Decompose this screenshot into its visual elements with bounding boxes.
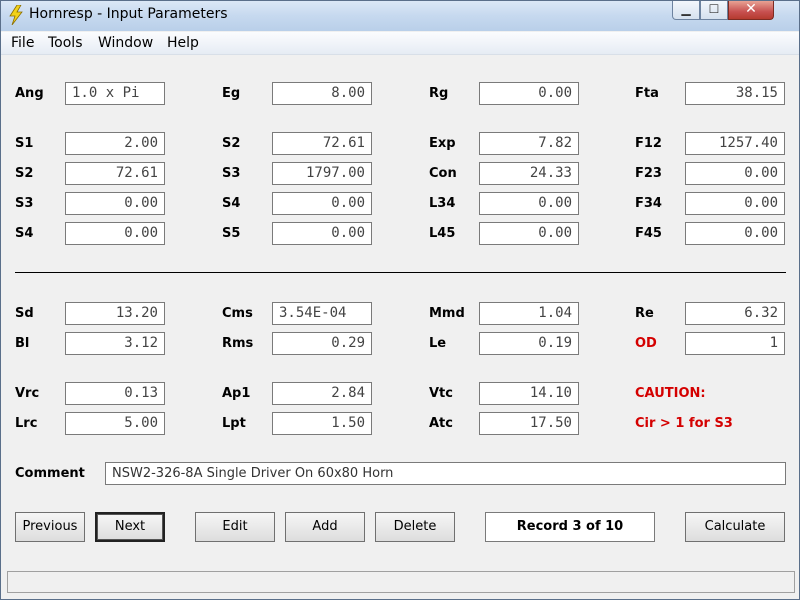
field-ap1[interactable]: 2.84 bbox=[272, 382, 372, 405]
label-s2: S2 bbox=[15, 166, 34, 181]
caution-message: Cir > 1 for S3 bbox=[635, 416, 733, 431]
label-rg: Rg bbox=[429, 86, 449, 101]
label-s5: S5 bbox=[222, 226, 241, 241]
field-s5[interactable]: 0.00 bbox=[272, 222, 372, 245]
label-bl: Bl bbox=[15, 336, 30, 351]
field-fta[interactable]: 38.15 bbox=[685, 82, 785, 105]
close-icon: ✕ bbox=[745, 1, 757, 17]
maximize-button[interactable]: ☐ bbox=[700, 1, 728, 20]
window-title: Hornresp - Input Parameters bbox=[29, 6, 228, 22]
field-eg[interactable]: 8.00 bbox=[272, 82, 372, 105]
label-mmd: Mmd bbox=[429, 306, 465, 321]
menu-bar: File Tools Window Help bbox=[1, 32, 799, 55]
field-s1[interactable]: 2.00 bbox=[65, 132, 165, 155]
field-mmd[interactable]: 1.04 bbox=[479, 302, 579, 325]
delete-button[interactable]: Delete bbox=[375, 512, 455, 542]
label-lpt: Lpt bbox=[222, 416, 246, 431]
menu-help[interactable]: Help bbox=[167, 35, 199, 51]
close-button[interactable]: ✕ bbox=[728, 1, 774, 20]
maximize-icon: ☐ bbox=[708, 2, 720, 16]
field-le[interactable]: 0.19 bbox=[479, 332, 579, 355]
label-s4: S4 bbox=[15, 226, 34, 241]
field-re[interactable]: 6.32 bbox=[685, 302, 785, 325]
label-comment: Comment bbox=[15, 466, 85, 481]
field-ang[interactable]: 1.0 x Pi bbox=[65, 82, 165, 105]
label-con: Con bbox=[429, 166, 457, 181]
field-f23[interactable]: 0.00 bbox=[685, 162, 785, 185]
label-s3-col2: S3 bbox=[222, 166, 241, 181]
add-button[interactable]: Add bbox=[285, 512, 365, 542]
label-l45: L45 bbox=[429, 226, 456, 241]
menu-file[interactable]: File bbox=[11, 35, 34, 51]
label-vrc: Vrc bbox=[15, 386, 40, 401]
field-l45[interactable]: 0.00 bbox=[479, 222, 579, 245]
field-rms[interactable]: 0.29 bbox=[272, 332, 372, 355]
label-sd: Sd bbox=[15, 306, 34, 321]
label-re: Re bbox=[635, 306, 654, 321]
label-ang: Ang bbox=[15, 86, 44, 101]
field-cms[interactable]: 3.54E-04 bbox=[272, 302, 372, 325]
field-rg[interactable]: 0.00 bbox=[479, 82, 579, 105]
section-divider bbox=[15, 272, 786, 273]
previous-button[interactable]: Previous bbox=[15, 512, 85, 542]
field-s2-col2[interactable]: 72.61 bbox=[272, 132, 372, 155]
next-button[interactable]: Next bbox=[95, 512, 165, 542]
menu-window[interactable]: Window bbox=[98, 35, 153, 51]
field-s3[interactable]: 0.00 bbox=[65, 192, 165, 215]
label-fta: Fta bbox=[635, 86, 659, 101]
label-f12: F12 bbox=[635, 136, 662, 151]
field-bl[interactable]: 3.12 bbox=[65, 332, 165, 355]
edit-button[interactable]: Edit bbox=[195, 512, 275, 542]
title-bar: Hornresp - Input Parameters ▁ ☐ ✕ bbox=[1, 1, 799, 31]
field-lrc[interactable]: 5.00 bbox=[65, 412, 165, 435]
comment-field[interactable]: NSW2-326-8A Single Driver On 60x80 Horn bbox=[105, 462, 786, 485]
minimize-icon: ▁ bbox=[681, 2, 691, 16]
label-atc: Atc bbox=[429, 416, 453, 431]
field-con[interactable]: 24.33 bbox=[479, 162, 579, 185]
menu-tools[interactable]: Tools bbox=[48, 35, 83, 51]
label-od: OD bbox=[635, 336, 657, 351]
field-exp[interactable]: 7.82 bbox=[479, 132, 579, 155]
label-s1: S1 bbox=[15, 136, 34, 151]
caution-title: CAUTION: bbox=[635, 386, 706, 401]
field-s2[interactable]: 72.61 bbox=[65, 162, 165, 185]
label-cms: Cms bbox=[222, 306, 253, 321]
field-vrc[interactable]: 0.13 bbox=[65, 382, 165, 405]
field-f34[interactable]: 0.00 bbox=[685, 192, 785, 215]
record-indicator: Record 3 of 10 bbox=[485, 512, 655, 542]
label-s4-col2: S4 bbox=[222, 196, 241, 211]
calculate-button[interactable]: Calculate bbox=[685, 512, 785, 542]
label-rms: Rms bbox=[222, 336, 254, 351]
field-f45[interactable]: 0.00 bbox=[685, 222, 785, 245]
label-eg: Eg bbox=[222, 86, 241, 101]
status-bar bbox=[7, 571, 795, 593]
label-f34: F34 bbox=[635, 196, 662, 211]
label-ap1: Ap1 bbox=[222, 386, 251, 401]
field-vtc[interactable]: 14.10 bbox=[479, 382, 579, 405]
minimize-button[interactable]: ▁ bbox=[672, 1, 700, 20]
field-sd[interactable]: 13.20 bbox=[65, 302, 165, 325]
label-le: Le bbox=[429, 336, 447, 351]
hornresp-window: Hornresp - Input Parameters ▁ ☐ ✕ File T… bbox=[0, 0, 800, 600]
field-f12[interactable]: 1257.40 bbox=[685, 132, 785, 155]
field-s3-col2[interactable]: 1797.00 bbox=[272, 162, 372, 185]
field-s4-col2[interactable]: 0.00 bbox=[272, 192, 372, 215]
field-l34[interactable]: 0.00 bbox=[479, 192, 579, 215]
label-l34: L34 bbox=[429, 196, 456, 211]
label-f45: F45 bbox=[635, 226, 662, 241]
label-f23: F23 bbox=[635, 166, 662, 181]
field-lpt[interactable]: 1.50 bbox=[272, 412, 372, 435]
label-s2-col2: S2 bbox=[222, 136, 241, 151]
field-s4[interactable]: 0.00 bbox=[65, 222, 165, 245]
field-od[interactable]: 1 bbox=[685, 332, 785, 355]
label-s3: S3 bbox=[15, 196, 34, 211]
field-atc[interactable]: 17.50 bbox=[479, 412, 579, 435]
label-vtc: Vtc bbox=[429, 386, 453, 401]
label-exp: Exp bbox=[429, 136, 456, 151]
label-lrc: Lrc bbox=[15, 416, 38, 431]
lightning-bolt-icon bbox=[7, 4, 25, 26]
